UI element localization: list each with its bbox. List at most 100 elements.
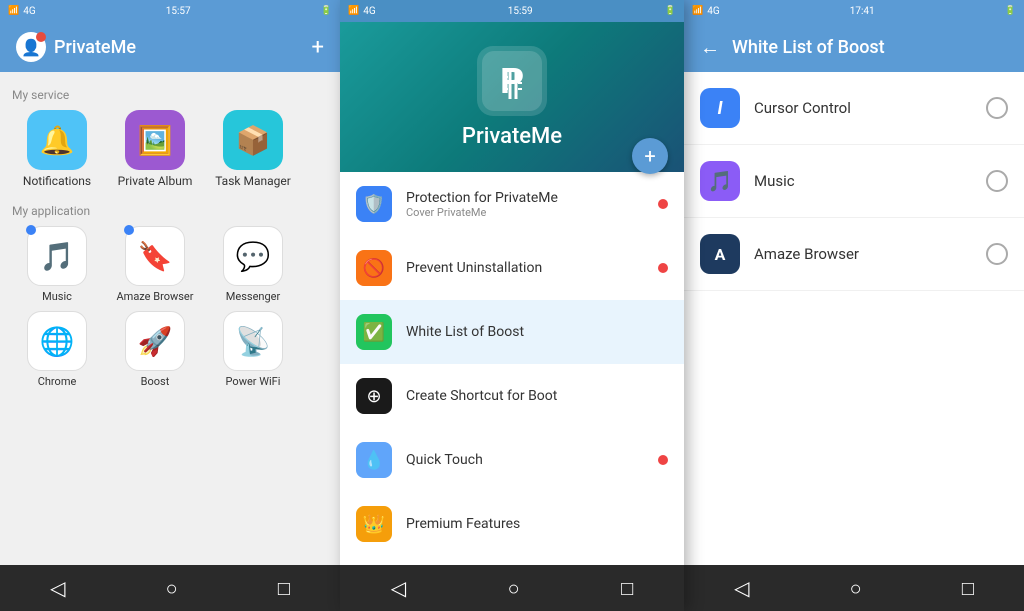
prevent-dot (658, 263, 668, 273)
powerwifi-label: Power WiFi (226, 375, 281, 388)
back-button-p3[interactable]: ← (700, 35, 720, 60)
home-button-p3[interactable]: ○ (850, 576, 862, 601)
music-label: Music (42, 290, 72, 303)
app-item-powerwifi[interactable]: 📡 Power WiFi (208, 311, 298, 388)
powerwifi-icon: 📡 (223, 311, 283, 371)
menu-item-whitelist[interactable]: ✅ White List of Boost (340, 300, 684, 364)
app-item-amaze[interactable]: 🔖 Amaze Browser (110, 226, 200, 303)
menu-item-prevent[interactable]: 🚫 Prevent Uninstallation (340, 236, 684, 300)
panel2-logo: P (477, 46, 547, 116)
premium-label: Premium Features (406, 516, 668, 532)
app-item-private-album[interactable]: 🖼️ Private Album (110, 110, 200, 188)
back-button-p2[interactable]: ◁ (391, 576, 406, 600)
add-button-p2[interactable]: + (632, 138, 668, 174)
music-wl-icon: 🎵 (700, 161, 740, 201)
task-manager-label: Task Manager (215, 174, 291, 188)
my-application-label: My application (12, 204, 328, 218)
menu-item-quicktouch[interactable]: 💧 Quick Touch (340, 428, 684, 492)
whitelist-text-block: White List of Boost (406, 324, 668, 340)
shortcut-label: Create Shortcut for Boot (406, 388, 668, 404)
amaze-radio[interactable] (986, 243, 1008, 265)
svg-text:P: P (500, 60, 524, 101)
app-item-chrome[interactable]: 🌐 Chrome (12, 311, 102, 388)
music-wl-label: Music (754, 172, 972, 190)
signal-icon-p2: 📶 (348, 6, 359, 16)
amaze-label: Amaze Browser (117, 290, 194, 303)
menu-item-premium[interactable]: 👑 Premium Features (340, 492, 684, 556)
add-button-p1[interactable]: + (312, 35, 324, 60)
app-item-boost[interactable]: 🚀 Boost (110, 311, 200, 388)
music-radio[interactable] (986, 170, 1008, 192)
cursor-label: Cursor Control (754, 99, 972, 117)
service-app-grid: 🔔 Notifications 🖼️ Private Album 📦 Task … (12, 110, 328, 188)
menu-item-shortcut[interactable]: ⊕ Create Shortcut for Boot (340, 364, 684, 428)
whitelist-icon: ✅ (356, 314, 392, 350)
recents-button-p2[interactable]: □ (621, 576, 633, 601)
app-item-task-manager[interactable]: 📦 Task Manager (208, 110, 298, 188)
navbar-panel3: ◁ ○ □ (684, 565, 1024, 611)
private-album-icon: 🖼️ (125, 110, 185, 170)
my-app-grid: 🎵 Music 🔖 Amaze Browser 💬 Messenger 🌐 Ch… (12, 226, 328, 388)
protection-dot (658, 199, 668, 209)
boost-label: Boost (141, 375, 170, 388)
chrome-icon: 🌐 (27, 311, 87, 371)
quicktouch-label: Quick Touch (406, 452, 644, 468)
signal-icon-p1: 📶 (8, 6, 19, 16)
statusbar-panel2: 📶 4G 15:59 🔋 (340, 0, 684, 22)
notifications-label: Notifications (23, 174, 91, 188)
network-p3: 4G (707, 6, 719, 17)
quicktouch-icon: 💧 (356, 442, 392, 478)
premium-text-block: Premium Features (406, 516, 668, 532)
amaze-dot (124, 225, 134, 235)
home-button-p2[interactable]: ○ (508, 576, 520, 601)
amaze-wl-icon: A (700, 234, 740, 274)
recents-button-p1[interactable]: □ (278, 576, 290, 601)
navbar-panel2: ◁ ○ □ (340, 565, 684, 611)
header-title-row: 👤 PrivateMe (16, 32, 136, 62)
amaze-wl-label: Amaze Browser (754, 245, 972, 263)
time-p1: 15:57 (166, 6, 191, 17)
music-dot (26, 225, 36, 235)
home-button-p1[interactable]: ○ (166, 576, 178, 601)
messenger-icon: 💬 (223, 226, 283, 286)
whitelist-item-music[interactable]: 🎵 Music (684, 145, 1024, 218)
notifications-icon: 🔔 (27, 110, 87, 170)
app-item-messenger[interactable]: 💬 Messenger (208, 226, 298, 303)
boost-icon: 🚀 (125, 311, 185, 371)
task-manager-icon: 📦 (223, 110, 283, 170)
statusbar-left-p1: 📶 4G (8, 6, 36, 17)
menu-item-help[interactable]: ❓ Help (340, 556, 684, 565)
shortcut-icon: ⊕ (356, 378, 392, 414)
panel2-drawer: 📶 4G 15:59 🔋 P (340, 0, 684, 611)
app-item-notifications[interactable]: 🔔 Notifications (12, 110, 102, 188)
panel2-wrapper: 📶 4G 15:59 🔋 P (340, 0, 684, 611)
signal-icon-p3: 📶 (692, 6, 703, 16)
back-button-p3-nav[interactable]: ◁ (734, 576, 749, 600)
protection-text-block: Protection for PrivateMe Cover PrivateMe (406, 190, 644, 219)
amaze-icon: 🔖 (125, 226, 185, 286)
statusbar-panel3: 📶 4G 17:41 🔋 (684, 0, 1024, 22)
app-item-music[interactable]: 🎵 Music (12, 226, 102, 303)
navbar-panel1: ◁ ○ □ (0, 565, 340, 611)
recents-button-p3[interactable]: □ (962, 576, 974, 601)
shortcut-text-block: Create Shortcut for Boot (406, 388, 668, 404)
avatar: 👤 (16, 32, 46, 62)
whitelist-item-amaze[interactable]: A Amaze Browser (684, 218, 1024, 291)
menu-item-protection[interactable]: 🛡️ Protection for PrivateMe Cover Privat… (340, 172, 684, 236)
statusbar-panel1: 📶 4G 15:57 🔋 (0, 0, 340, 22)
statusbar-right-p1: 🔋 (321, 6, 332, 16)
prevent-icon: 🚫 (356, 250, 392, 286)
panel3-whitelist: 📶 4G 17:41 🔋 ← White List of Boost I Cur… (684, 0, 1024, 611)
cursor-radio[interactable] (986, 97, 1008, 119)
whitelist-item-cursor[interactable]: I Cursor Control (684, 72, 1024, 145)
protection-label: Protection for PrivateMe (406, 190, 644, 206)
statusbar-left-p3: 📶 4G (692, 6, 720, 17)
network-p2: 4G (363, 6, 375, 17)
panel1-privateme: 📶 4G 15:57 🔋 👤 PrivateMe + My service 🔔 … (0, 0, 340, 611)
whitelist-content: I Cursor Control 🎵 Music A Amaze Browser (684, 72, 1024, 565)
messenger-label: Messenger (226, 290, 280, 303)
menu-list: 🛡️ Protection for PrivateMe Cover Privat… (340, 172, 684, 565)
prevent-text-block: Prevent Uninstallation (406, 260, 644, 276)
back-button-p1[interactable]: ◁ (50, 576, 65, 600)
panel3-title: White List of Boost (732, 37, 885, 58)
